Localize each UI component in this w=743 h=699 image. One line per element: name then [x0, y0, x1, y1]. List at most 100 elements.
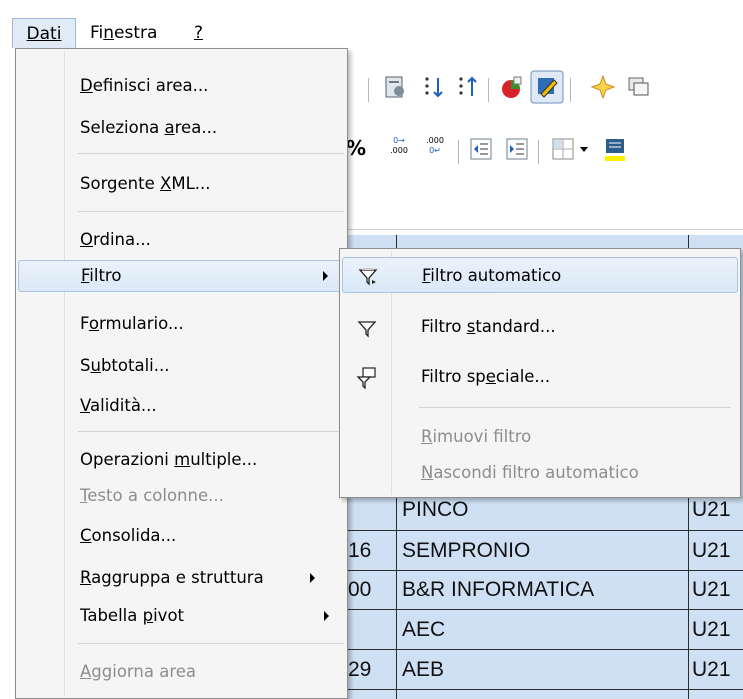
add-decimal-button[interactable]: 0→ .000: [386, 136, 412, 162]
menu-item-label: btotali...: [100, 356, 170, 375]
menu-item-label: Seleziona: [80, 118, 165, 137]
menu-item-label: alidità...: [90, 396, 157, 415]
menubar: Dati Finestra ?: [0, 0, 743, 50]
menu-separator: [78, 211, 344, 212]
mnemonic: A: [80, 662, 92, 681]
menu-item-consolida[interactable]: Consolida...: [18, 521, 345, 551]
submenu-arrow-icon: [310, 573, 315, 583]
cell-code[interactable]: U21: [692, 618, 731, 642]
menu-separator: [78, 153, 344, 154]
toolbar-separator: [538, 140, 539, 164]
mnemonic: e: [485, 367, 496, 386]
menu-item-definisci-area[interactable]: Definisci area...: [18, 71, 345, 101]
percent-format-button[interactable]: %: [346, 136, 366, 160]
menu-finestra-label-b: estra: [114, 23, 158, 43]
cell-code[interactable]: U21: [692, 578, 731, 602]
menu-item-seleziona-area[interactable]: Seleziona area...: [18, 113, 345, 143]
star-shape-icon[interactable]: [590, 74, 616, 100]
menu-item-label: ML...: [171, 174, 211, 193]
menu-item-label: rea...: [174, 118, 218, 137]
menu-dati-label: Dati: [26, 24, 62, 44]
mnemonic: m: [174, 450, 191, 469]
cell-name[interactable]: AEB: [402, 658, 444, 682]
menu-item-label: Filtro sp: [421, 367, 486, 386]
mnemonic: u: [90, 356, 101, 375]
menu-item-filtro-standard[interactable]: Filtro standard...: [342, 309, 738, 345]
menu-item-filtro-automatico[interactable]: Filtro automatico: [342, 257, 738, 293]
menu-finestra-mnemonic: n: [103, 23, 115, 43]
submenu-arrow-icon: [323, 271, 328, 281]
menu-item-operazioni-multiple[interactable]: Operazioni multiple...: [18, 445, 345, 475]
dati-menu: Definisci area... Seleziona area... Sorg…: [15, 48, 348, 699]
menu-item-formulario[interactable]: Formulario...: [18, 309, 345, 339]
menu-item-nascondi-filtro-automatico: Nascondi filtro automatico: [342, 455, 738, 491]
sort-ascending-icon[interactable]: [420, 74, 446, 100]
sort-descending-icon[interactable]: [454, 74, 480, 100]
menu-item-label: efinisci area...: [92, 76, 209, 95]
toolbar-row-format: % 0→ .000 .000 0↵: [340, 130, 743, 170]
menu-help[interactable]: ?: [190, 18, 207, 48]
row-border: [340, 689, 743, 690]
borders-dropdown-arrow-icon[interactable]: [580, 147, 588, 152]
menu-item-label: ciale...: [495, 367, 551, 386]
cell-name[interactable]: B&R INFORMATICA: [402, 578, 594, 602]
menu-item-ordina[interactable]: Ordina...: [18, 225, 345, 255]
insert-chart-icon[interactable]: [498, 74, 524, 100]
menu-item-testo-a-colonne: Testo a colonne...: [18, 481, 345, 511]
row-border: [340, 609, 743, 610]
toolbar-row-standard: [340, 68, 743, 108]
add-decimal-arrow-icon: 0→: [393, 136, 405, 145]
navigator-icon[interactable]: [382, 74, 408, 100]
toolbar-separator: [458, 140, 459, 164]
remove-decimal-button[interactable]: .000 0↵: [422, 136, 448, 162]
cell-number[interactable]: 00: [348, 578, 371, 602]
menu-item-label: rdina...: [93, 230, 151, 249]
increase-indent-icon[interactable]: [504, 136, 530, 162]
menu-separator: [78, 643, 344, 644]
menu-item-raggruppa-e-struttura[interactable]: Raggruppa e struttura: [18, 563, 345, 593]
menu-item-aggiorna-area: Aggiorna area: [18, 657, 345, 687]
mnemonic: R: [80, 568, 92, 587]
decrease-indent-icon[interactable]: [468, 136, 494, 162]
menu-item-filtro-speciale[interactable]: Filtro speciale...: [342, 359, 738, 395]
menu-separator: [419, 407, 731, 408]
add-decimal-label: .000: [390, 146, 408, 155]
menu-item-filtro[interactable]: Filtro: [18, 260, 345, 292]
menu-dati[interactable]: Dati: [12, 18, 76, 48]
menu-item-validita[interactable]: Validità...: [18, 391, 345, 421]
menu-item-sorgente-xml[interactable]: Sorgente XML...: [18, 169, 345, 199]
menu-item-label: Filtro: [421, 317, 467, 336]
row-border: [340, 649, 743, 650]
toolbar-separator: [368, 78, 369, 102]
menu-separator: [78, 431, 344, 432]
cell-code[interactable]: U21: [692, 539, 731, 563]
row-border: [340, 570, 743, 571]
borders-icon[interactable]: [550, 136, 576, 162]
mnemonic: o: [88, 314, 100, 333]
show-draw-functions-icon[interactable]: [530, 70, 564, 104]
cell-code[interactable]: U21: [692, 658, 731, 682]
cell-name[interactable]: PINCO: [402, 498, 469, 522]
formula-bar[interactable]: [340, 190, 743, 230]
menu-item-label: aggruppa e struttura: [91, 568, 264, 587]
background-color-icon[interactable]: [602, 136, 628, 162]
mnemonic: D: [80, 76, 93, 95]
menu-item-subtotali[interactable]: Subtotali...: [18, 351, 345, 381]
submenu-arrow-icon: [324, 611, 329, 621]
cell-name[interactable]: AEC: [402, 618, 445, 642]
mnemonic: O: [80, 230, 93, 249]
menu-help-label: ?: [194, 23, 204, 43]
cell-code[interactable]: U21: [692, 498, 731, 522]
cell-number[interactable]: 16: [348, 539, 371, 563]
menu-finestra[interactable]: Finestra: [86, 18, 161, 48]
gallery-icon[interactable]: [626, 74, 652, 100]
cell-number[interactable]: 29: [348, 658, 371, 682]
menu-item-tabella-pivot[interactable]: Tabella pivot: [18, 601, 345, 631]
remove-decimal-arrow-icon: 0↵: [429, 146, 441, 155]
remove-decimal-label: .000: [426, 136, 444, 145]
menu-item-label: Sorgente: [80, 174, 161, 193]
menu-item-label: iltro: [89, 266, 122, 285]
cell-name[interactable]: SEMPRONIO: [402, 539, 530, 563]
mnemonic: V: [80, 396, 91, 415]
menu-finestra-label-a: Fi: [90, 23, 104, 43]
